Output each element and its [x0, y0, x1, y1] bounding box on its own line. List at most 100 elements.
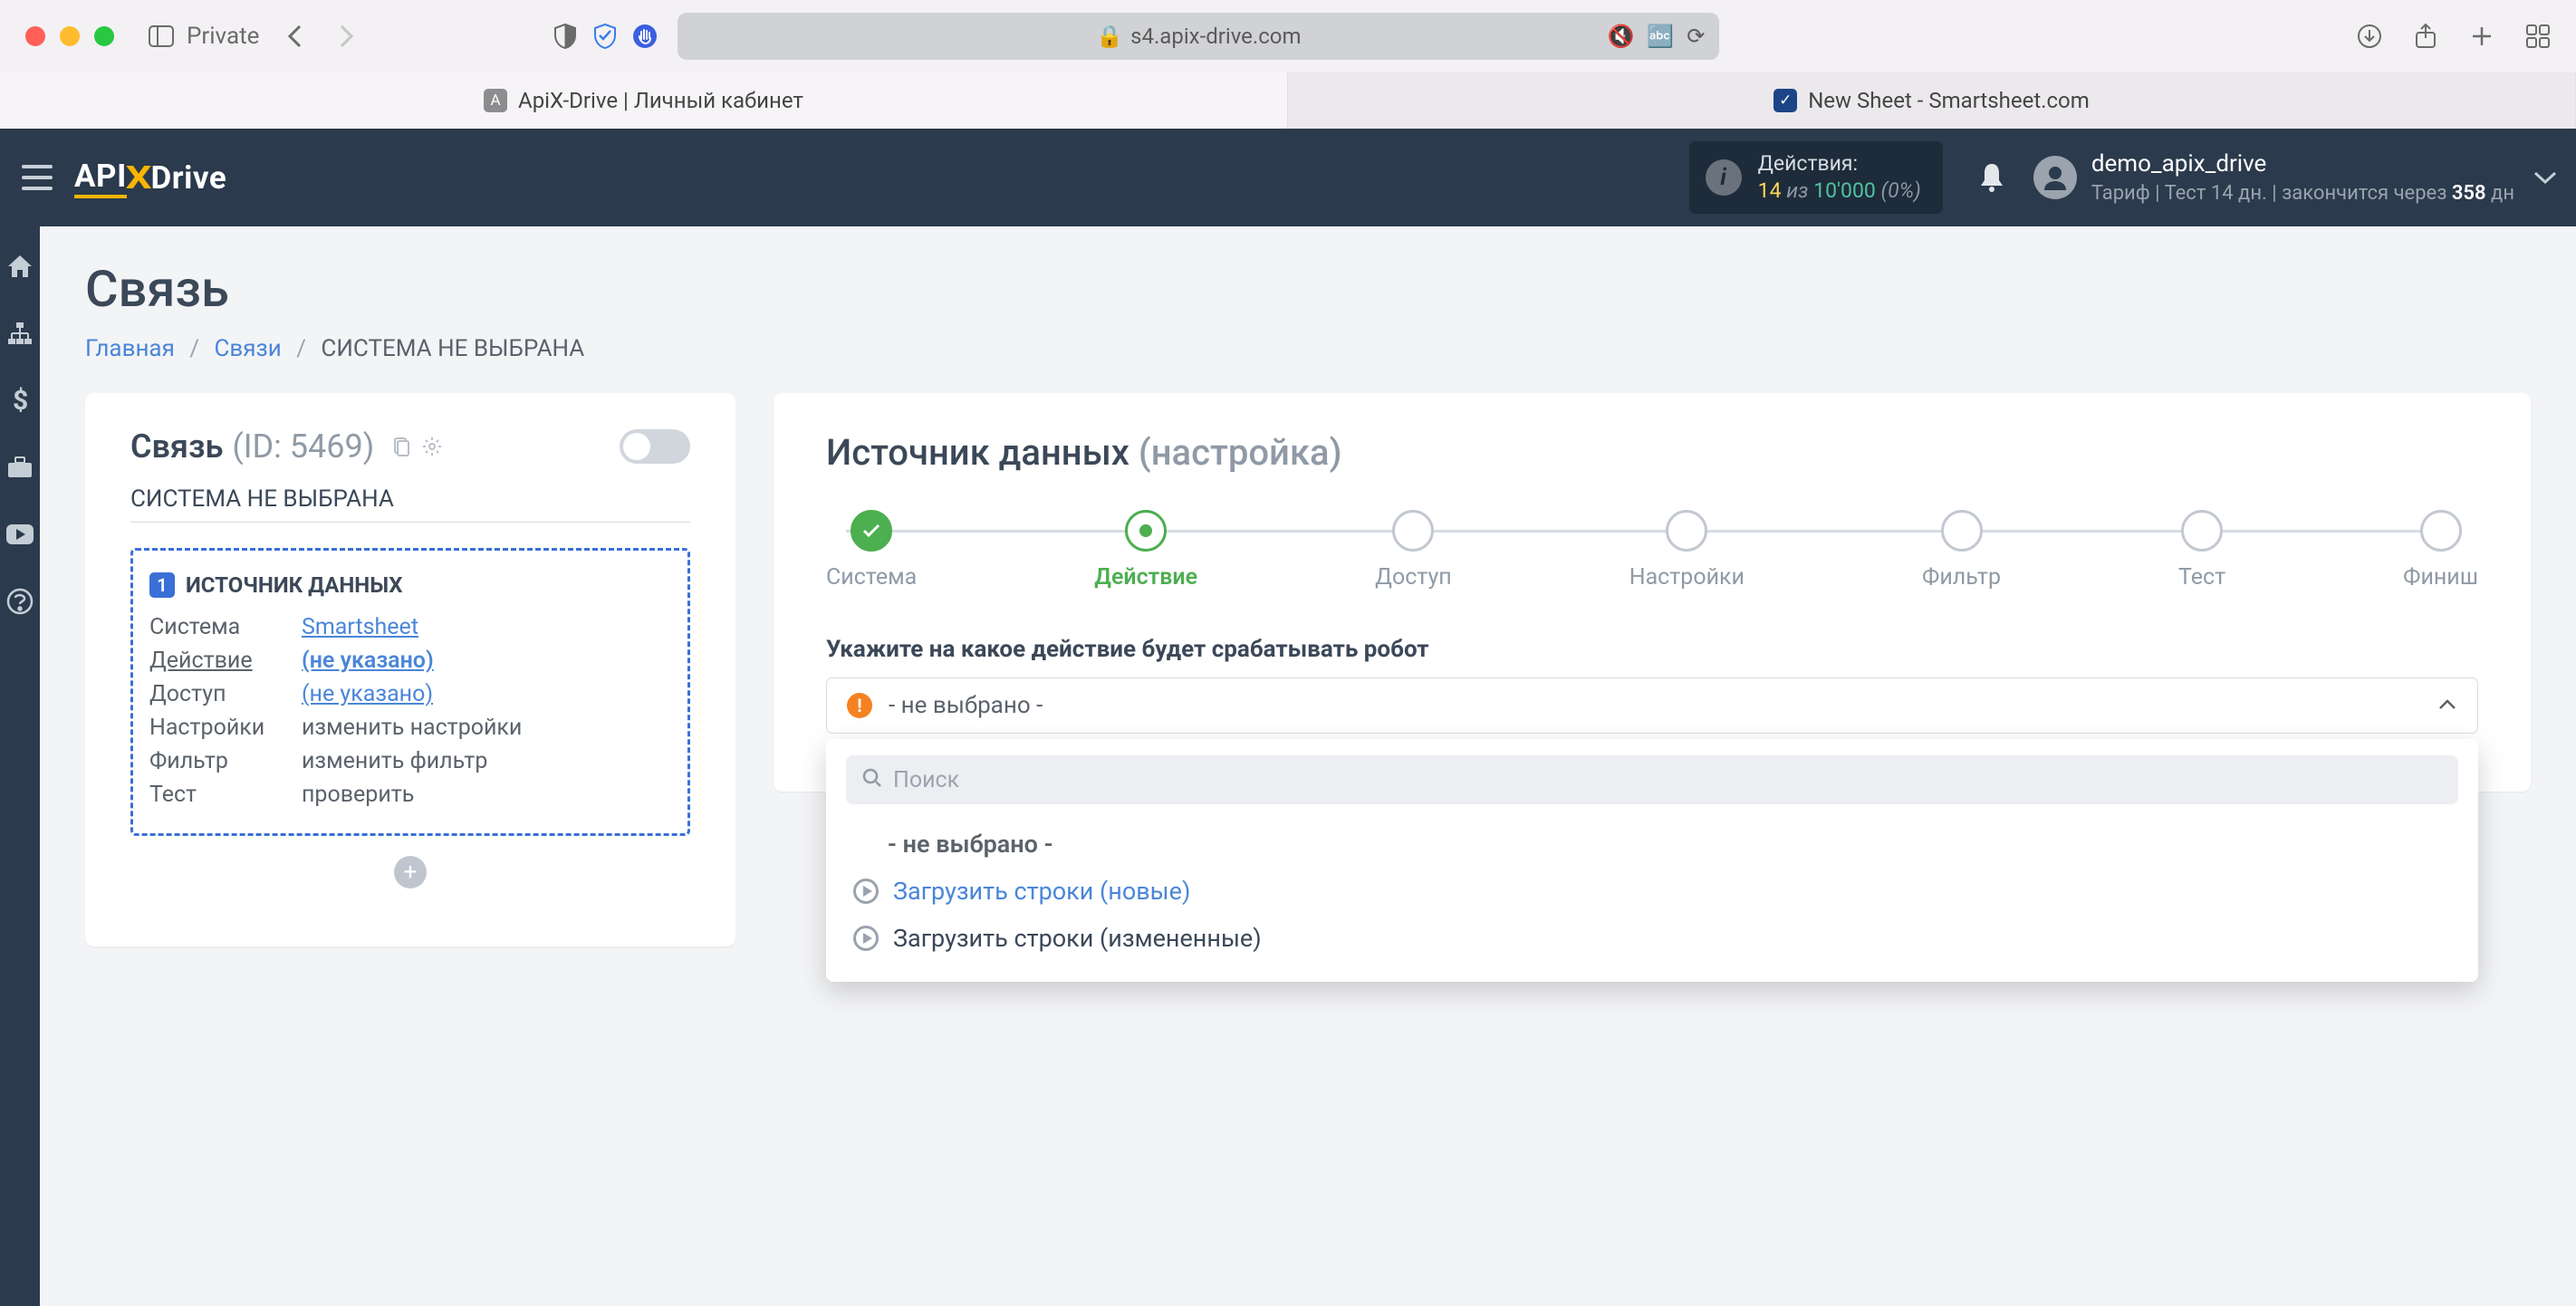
card-title: Связь (ID: 5469)	[130, 427, 443, 466]
access-link[interactable]: (не указано)	[302, 681, 433, 707]
enable-toggle[interactable]	[620, 429, 690, 464]
breadcrumb-links[interactable]: Связи	[215, 335, 282, 362]
play-icon	[853, 879, 879, 904]
selected-value: - не выбрано -	[889, 692, 1043, 719]
wizard-stepper: Система Действие Доступ Настройки Фильтр…	[826, 510, 2478, 591]
settings-link[interactable]: изменить настройки	[302, 715, 522, 741]
action-link[interactable]: (не указано)	[302, 648, 434, 674]
avatar-icon	[2033, 156, 2077, 199]
main-content: Связь Главная / Связи / СИСТЕМА НЕ ВЫБРА…	[40, 226, 2576, 1306]
minimize-window-icon[interactable]	[60, 26, 80, 46]
step-access[interactable]: Доступ	[1375, 510, 1452, 591]
dropdown-search-input[interactable]	[893, 767, 2442, 793]
connection-summary-card: Связь (ID: 5469) СИСТЕМА НЕ ВЫБРАНА 1 ИС…	[85, 393, 735, 946]
address-bar[interactable]: 🔒 s4.apix-drive.com 🔇 🔤 ⟳	[678, 13, 1719, 60]
breadcrumb-current: СИСТЕМА НЕ ВЫБРАНА	[321, 335, 584, 362]
browser-tab-inactive[interactable]: ✓ New Sheet - Smartsheet.com	[1288, 72, 2576, 129]
app-header: APIXDrive i Действия: 14 из 10'000 (0%)	[0, 129, 2576, 226]
browser-tab-active[interactable]: A ApiX-Drive | Личный кабинет	[0, 72, 1288, 129]
browser-toolbar: Private 🔒 s4.apix-drive.com 🔇 🔤 ⟳	[0, 0, 2576, 72]
logo-drive: Drive	[151, 159, 227, 197]
youtube-icon[interactable]	[5, 520, 34, 549]
private-mode-label[interactable]: Private	[187, 23, 259, 50]
source-number-badge: 1	[149, 572, 175, 598]
test-link[interactable]: проверить	[302, 782, 414, 808]
lock-icon: 🔒	[1096, 24, 1123, 49]
briefcase-icon[interactable]	[5, 453, 34, 482]
nav-arrows	[283, 24, 359, 49]
source-config-card: Источник данных (настройка) Система Дейс…	[774, 393, 2531, 792]
step-system[interactable]: Система	[826, 510, 917, 591]
tab-favicon-icon: A	[484, 89, 507, 112]
fullscreen-window-icon[interactable]	[94, 26, 114, 46]
connection-id: (ID: 5469)	[232, 427, 374, 466]
step-finish[interactable]: Финиш	[2403, 510, 2478, 591]
warning-icon: !	[847, 693, 872, 718]
search-icon	[862, 768, 882, 792]
tab-favicon-icon: ✓	[1773, 89, 1797, 112]
breadcrumb: Главная / Связи / СИСТЕМА НЕ ВЫБРАНА	[85, 335, 2531, 362]
step-action[interactable]: Действие	[1094, 510, 1197, 591]
action-field-label: Укажите на какое действие будет срабатыв…	[826, 636, 2478, 663]
dropdown-search[interactable]	[846, 755, 2458, 804]
logo-x: X	[125, 159, 152, 197]
chevron-up-icon	[2437, 697, 2457, 715]
action-select: ! - не выбрано - - не выбрано - Загрузит…	[826, 677, 2478, 734]
logo-api: API	[74, 158, 127, 198]
share-icon[interactable]	[2413, 24, 2438, 49]
tariff-info: Тариф | Тест 14 дн. | закончится через 3…	[2091, 180, 2514, 207]
tab-overview-icon[interactable]	[2525, 24, 2551, 49]
step-test[interactable]: Тест	[2178, 510, 2225, 591]
tab-title: New Sheet - Smartsheet.com	[1808, 88, 2090, 113]
new-tab-icon[interactable]	[2469, 24, 2494, 49]
billing-icon[interactable]: $	[5, 386, 34, 415]
dropdown-option-none[interactable]: - не выбрано -	[846, 821, 2458, 868]
sidebar-icon[interactable]	[149, 24, 174, 49]
reload-icon[interactable]: ⟳	[1687, 24, 1705, 49]
tracking-shield-icon[interactable]	[553, 24, 578, 49]
system-none-label: СИСТЕМА НЕ ВЫБРАНА	[130, 485, 690, 523]
step-settings[interactable]: Настройки	[1629, 510, 1745, 591]
filter-link[interactable]: изменить фильтр	[302, 748, 487, 774]
hand-block-icon[interactable]	[632, 24, 658, 49]
source-heading: ИСТОЧНИК ДАННЫХ	[186, 572, 403, 598]
actions-label: Действия:	[1758, 150, 1921, 178]
close-window-icon[interactable]	[25, 26, 45, 46]
mute-icon[interactable]: 🔇	[1607, 24, 1634, 49]
forward-icon[interactable]	[333, 24, 359, 49]
privacy-icons	[553, 24, 658, 49]
notifications-icon[interactable]	[1965, 162, 2019, 193]
svg-text:$: $	[13, 386, 28, 415]
page-title: Связь	[85, 259, 2531, 319]
system-link[interactable]: Smartsheet	[302, 614, 418, 640]
translate-icon[interactable]: 🔤	[1647, 24, 1674, 49]
gear-icon[interactable]	[421, 427, 443, 466]
actions-counter[interactable]: i Действия: 14 из 10'000 (0%)	[1689, 141, 1943, 214]
help-icon[interactable]	[5, 587, 34, 616]
tab-title: ApiX-Drive | Личный кабинет	[518, 88, 803, 113]
dropdown-option-changed[interactable]: Загрузить строки (измененные)	[846, 915, 2458, 962]
user-menu[interactable]: demo_apix_drive Тариф | Тест 14 дн. | за…	[2033, 149, 2514, 207]
home-icon[interactable]	[5, 252, 34, 281]
action-dropdown: - не выбрано - Загрузить строки (новые) …	[826, 739, 2478, 982]
app-logo[interactable]: APIXDrive	[74, 158, 226, 198]
copy-icon[interactable]	[390, 427, 412, 466]
header-dropdown-icon[interactable]	[2514, 170, 2576, 185]
info-icon: i	[1706, 159, 1742, 196]
step-filter[interactable]: Фильтр	[1922, 510, 2001, 591]
config-title: Источник данных (настройка)	[826, 431, 2478, 474]
breadcrumb-home[interactable]: Главная	[85, 335, 175, 362]
dropdown-option-new[interactable]: Загрузить строки (новые)	[846, 868, 2458, 915]
add-destination-button[interactable]: +	[394, 856, 427, 888]
actions-value: 14 из 10'000 (0%)	[1758, 178, 1921, 205]
url-text: s4.apix-drive.com	[1130, 24, 1301, 49]
connections-icon[interactable]	[5, 319, 34, 348]
action-select-toggle[interactable]: ! - не выбрано -	[826, 677, 2478, 734]
browser-tab-strip: A ApiX-Drive | Личный кабинет ✓ New Shee…	[0, 72, 2576, 129]
source-block: 1 ИСТОЧНИК ДАННЫХ СистемаSmartsheet Дейс…	[130, 548, 690, 836]
adblock-shield-icon[interactable]	[592, 24, 618, 49]
downloads-icon[interactable]	[2357, 24, 2382, 49]
back-icon[interactable]	[283, 24, 308, 49]
username: demo_apix_drive	[2091, 149, 2514, 180]
menu-toggle-icon[interactable]	[0, 165, 74, 190]
